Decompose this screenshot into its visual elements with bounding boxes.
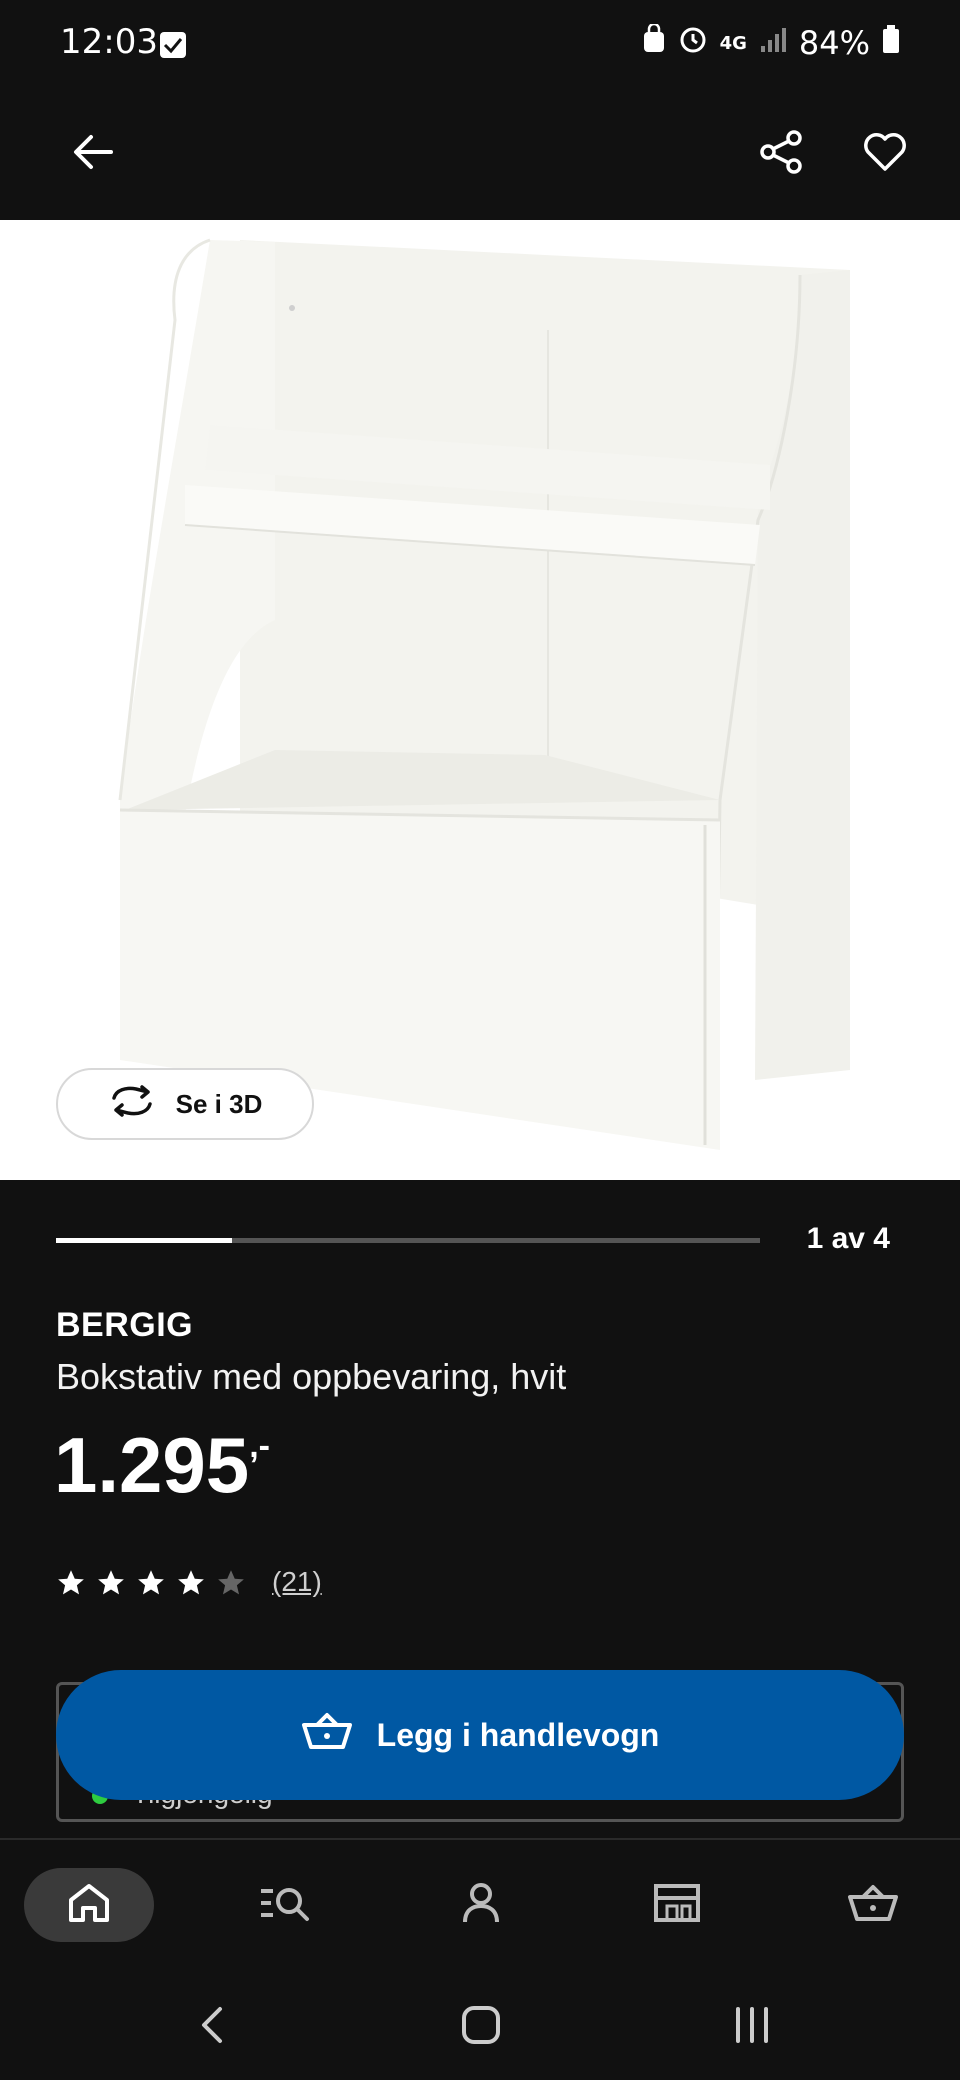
cart-icon bbox=[847, 1883, 899, 1927]
bookshelf-illustration bbox=[118, 238, 850, 1150]
check-box-icon bbox=[160, 32, 186, 58]
rating-row[interactable]: (21) bbox=[56, 1566, 322, 1598]
top-app-bar bbox=[0, 90, 960, 220]
product-brand: BERGIG bbox=[56, 1306, 194, 1344]
back-arrow-icon[interactable] bbox=[58, 117, 128, 187]
search-list-icon bbox=[259, 1883, 311, 1927]
add-to-cart-button[interactable]: Legg i handlevogn bbox=[56, 1670, 904, 1800]
price-amount: 1.295 bbox=[54, 1421, 250, 1509]
nav-store[interactable] bbox=[612, 1868, 742, 1942]
add-to-cart-label: Legg i handlevogn bbox=[376, 1716, 660, 1753]
status-bar: 12:03 4G 84% bbox=[0, 0, 960, 90]
price-suffix: ,- bbox=[249, 1427, 270, 1465]
status-icons: 4G 84% bbox=[642, 22, 900, 62]
star-filled-icon bbox=[138, 1570, 164, 1595]
system-recents-icon[interactable] bbox=[712, 1990, 792, 2060]
review-count-link[interactable]: (21) bbox=[272, 1566, 322, 1598]
gallery-page-indicator: 1 av 4 bbox=[806, 1222, 890, 1255]
store-icon bbox=[653, 1882, 701, 1928]
status-time: 12:03 bbox=[60, 22, 158, 62]
nav-home[interactable] bbox=[24, 1868, 154, 1942]
signal-icon bbox=[759, 24, 787, 62]
star-filled-icon bbox=[178, 1570, 204, 1595]
bag-icon bbox=[642, 22, 666, 62]
battery-text: 84% bbox=[798, 24, 870, 62]
profile-icon bbox=[461, 1882, 501, 1928]
product-description: Bokstativ med oppbevaring, hvit bbox=[56, 1356, 567, 1397]
nav-cart[interactable] bbox=[808, 1868, 938, 1942]
share-icon[interactable] bbox=[746, 117, 816, 187]
bottom-navigation bbox=[0, 1838, 960, 1970]
nav-profile[interactable] bbox=[416, 1868, 546, 1942]
star-filled-icon bbox=[58, 1570, 84, 1595]
network-type: 4G bbox=[719, 32, 747, 54]
system-navigation bbox=[0, 1968, 960, 2080]
product-image[interactable] bbox=[0, 220, 960, 1180]
rotate-3d-icon bbox=[108, 1084, 156, 1125]
view-3d-label: Se i 3D bbox=[175, 1088, 263, 1119]
basket-icon bbox=[301, 1711, 353, 1759]
gallery-progress-track bbox=[56, 1238, 760, 1243]
star-rating bbox=[56, 1568, 246, 1596]
alarm-icon bbox=[678, 24, 708, 62]
view-3d-button[interactable]: Se i 3D bbox=[56, 1068, 314, 1140]
gallery-progress-fill bbox=[56, 1238, 232, 1243]
heart-icon[interactable] bbox=[850, 117, 920, 187]
home-icon bbox=[67, 1882, 111, 1928]
star-empty-icon bbox=[218, 1570, 244, 1595]
system-home-icon[interactable] bbox=[441, 1990, 521, 2060]
nav-search[interactable] bbox=[220, 1868, 350, 1942]
system-back-icon[interactable] bbox=[172, 1990, 252, 2060]
battery-icon bbox=[882, 24, 900, 62]
product-price: 1.295 ,- bbox=[54, 1420, 270, 1510]
star-filled-icon bbox=[98, 1570, 124, 1595]
